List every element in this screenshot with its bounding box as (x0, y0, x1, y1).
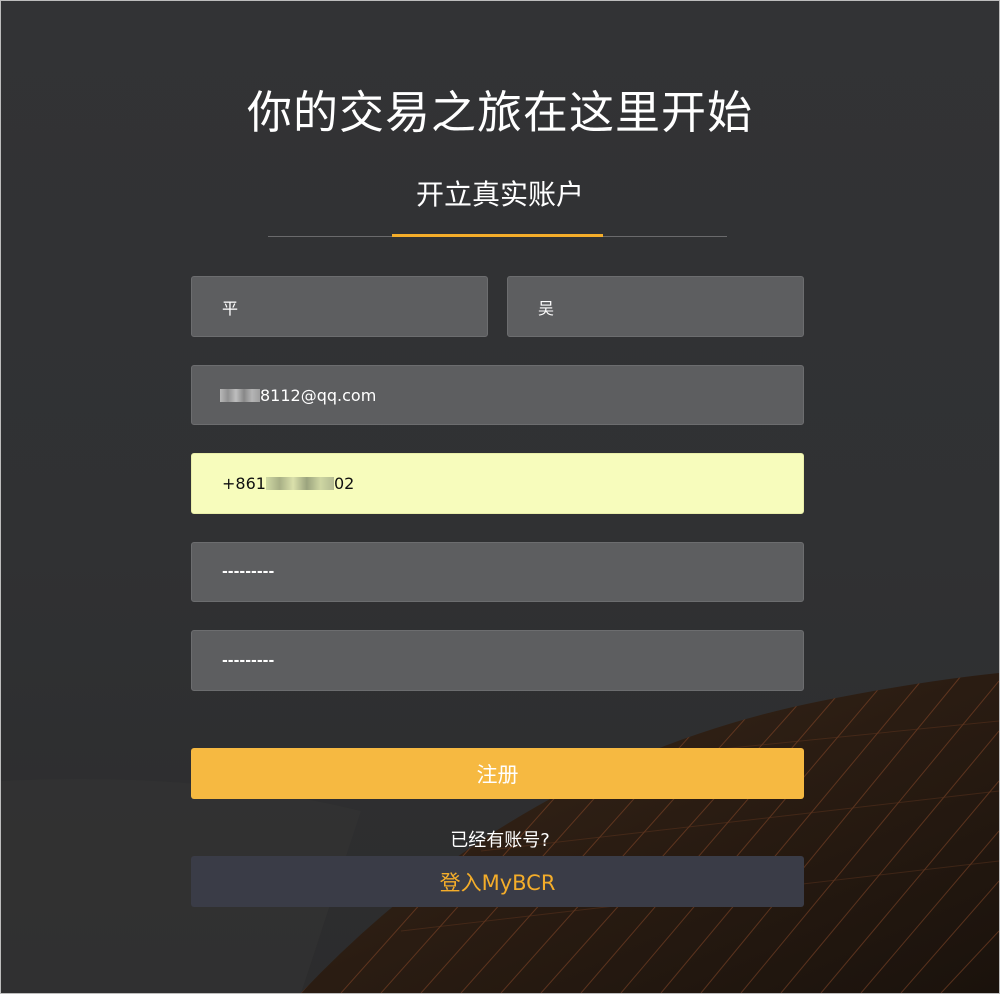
page-title: 你的交易之旅在这里开始 (246, 86, 753, 139)
confirm-password-value: --------- (222, 652, 275, 669)
email-redacted-blur (220, 388, 260, 402)
confirm-password-field[interactable]: --------- (191, 630, 804, 691)
last-name-field[interactable]: 吴 (507, 276, 804, 337)
email-field[interactable]: 8112@qq.com (191, 365, 804, 425)
phone-prefix: +861 (222, 474, 266, 493)
password-field[interactable]: --------- (191, 542, 804, 602)
first-name-field[interactable]: 平 (191, 276, 488, 337)
phone-field[interactable]: +861 02 (191, 453, 804, 514)
tab-open-real-account[interactable]: 开立真实账户 (1, 177, 999, 213)
first-name-value: 平 (222, 298, 239, 318)
phone-suffix: 02 (333, 474, 355, 493)
page-frame: 你的交易之旅在这里开始 开立真实账户 平 吴 8112@qq.com +861 … (0, 0, 1000, 994)
register-button[interactable]: 注册 (191, 748, 804, 799)
email-value: 8112@qq.com (260, 385, 377, 405)
last-name-value: 吴 (538, 298, 555, 318)
password-value: --------- (222, 564, 275, 580)
tab-active-indicator (392, 234, 603, 237)
login-mybcr-button[interactable]: 登入MyBCR (191, 856, 804, 907)
have-account-text: 已经有账号? (450, 830, 550, 851)
phone-redacted-blur (265, 477, 334, 490)
